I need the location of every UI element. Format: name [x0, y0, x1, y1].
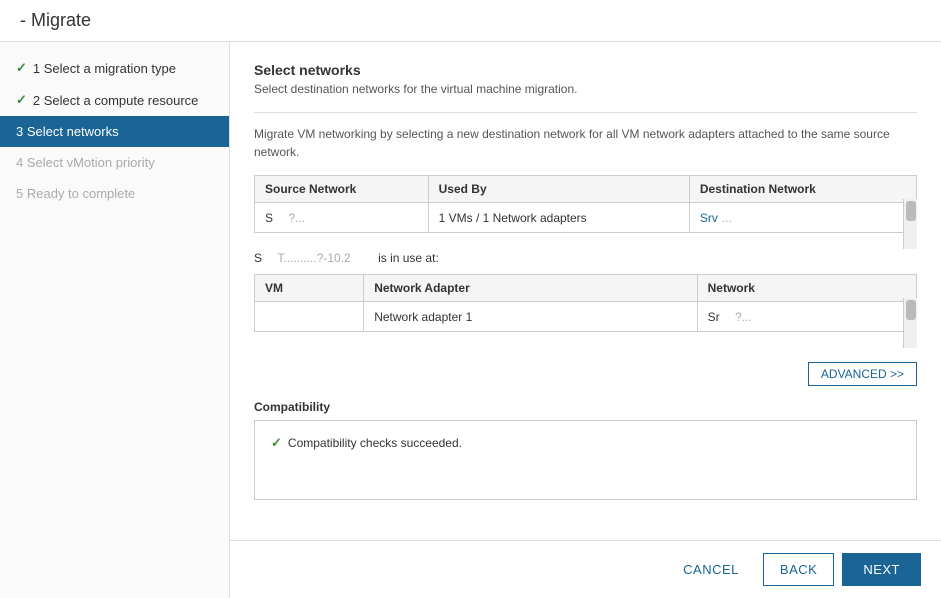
vm-name-cell — [255, 302, 364, 332]
network-table: Source Network Used By Destination Netwo… — [254, 175, 917, 233]
sidebar-item-step5: 5 Ready to complete — [0, 178, 229, 209]
vm-table-scrollbar[interactable] — [903, 298, 917, 348]
vm-table: VM Network Adapter Network Network adapt… — [254, 274, 917, 332]
sidebar-item-step2[interactable]: ✓ 2 Select a compute resource — [0, 84, 229, 116]
network-adapter-cell: Network adapter 1 — [364, 302, 697, 332]
vm-scroll-thumb — [906, 300, 916, 320]
vm-table-wrapper: VM Network Adapter Network Network adapt… — [254, 274, 917, 348]
cancel-button[interactable]: CANCEL — [667, 553, 755, 586]
detail-network-id2: T..........?-10.2 — [265, 251, 374, 265]
vm-network-val: Sr — [708, 310, 720, 324]
network-table-scrollbar[interactable] — [903, 199, 917, 249]
dest-network-val[interactable]: Srv — [700, 211, 718, 225]
sidebar-label-step4: 4 Select vMotion priority — [16, 155, 155, 170]
content-area: ✓ 1 Select a migration type ✓ 2 Select a… — [0, 42, 941, 598]
instruction-text: Migrate VM networking by selecting a new… — [254, 125, 917, 161]
section-desc: Select destination networks for the virt… — [254, 82, 917, 96]
compat-success-row: ✓ Compatibility checks succeeded. — [271, 435, 900, 451]
source-network-cell: S ?... — [255, 203, 429, 233]
compat-label: Compatibility — [254, 400, 917, 414]
footer: CANCEL BACK NEXT — [230, 540, 941, 598]
compat-check-icon: ✓ — [271, 435, 282, 451]
network-table-wrapper: Source Network Used By Destination Netwo… — [254, 175, 917, 249]
col-vm: VM — [255, 275, 364, 302]
scroll-thumb — [906, 201, 916, 221]
vm-table-row: Network adapter 1 Sr ?... — [255, 302, 917, 332]
advanced-btn-row: ADVANCED >> — [254, 362, 917, 386]
dest-network-suffix: ... — [722, 211, 732, 225]
network-table-row: S ?... 1 VMs / 1 Network adapters Srv ..… — [255, 203, 917, 233]
source-network-suffix: ?... — [276, 211, 305, 225]
col-network: Network — [697, 275, 916, 302]
detail-in-use: is in use at: — [378, 251, 439, 265]
sidebar-item-step1[interactable]: ✓ 1 Select a migration type — [0, 52, 229, 84]
source-network-val: S — [265, 211, 273, 225]
used-by-cell: 1 VMs / 1 Network adapters — [428, 203, 689, 233]
sidebar-label-step5: 5 Ready to complete — [16, 186, 135, 201]
divider1 — [254, 112, 917, 113]
sidebar-item-step3[interactable]: 3 Select networks — [0, 116, 229, 147]
sidebar-label-step1: 1 Select a migration type — [33, 61, 176, 76]
advanced-button[interactable]: ADVANCED >> — [808, 362, 917, 386]
title-text: - Migrate — [20, 10, 91, 31]
destination-network-cell: Srv ... — [689, 203, 916, 233]
detail-network-id: S — [254, 251, 262, 265]
sidebar: ✓ 1 Select a migration type ✓ 2 Select a… — [0, 42, 230, 598]
col-network-adapter: Network Adapter — [364, 275, 697, 302]
title-bar: - Migrate — [0, 0, 941, 42]
section-title: Select networks — [254, 62, 917, 78]
vm-network-suffix: ?... — [723, 310, 752, 324]
sidebar-label-step2: 2 Select a compute resource — [33, 93, 198, 108]
compat-message: Compatibility checks succeeded. — [288, 436, 462, 450]
check-icon-step1: ✓ — [16, 60, 27, 76]
col-source-network: Source Network — [255, 176, 429, 203]
vm-network-cell: Sr ?... — [697, 302, 916, 332]
detail-section: S T..........?-10.2 is in use at: VM Net… — [254, 249, 917, 348]
migrate-window: - Migrate ✓ 1 Select a migration type ✓ … — [0, 0, 941, 598]
check-icon-step2: ✓ — [16, 92, 27, 108]
compatibility-section: Compatibility ✓ Compatibility checks suc… — [254, 400, 917, 500]
compat-box: ✓ Compatibility checks succeeded. — [254, 420, 917, 500]
back-button[interactable]: BACK — [763, 553, 834, 586]
detail-label: S T..........?-10.2 is in use at: — [254, 249, 917, 266]
next-button[interactable]: NEXT — [842, 553, 921, 586]
dest-cell: Srv ... — [700, 211, 896, 225]
sidebar-item-step4: 4 Select vMotion priority — [0, 147, 229, 178]
col-used-by: Used By — [428, 176, 689, 203]
main-panel: Select networks Select destination netwo… — [230, 42, 941, 598]
main-content: Select networks Select destination netwo… — [230, 42, 941, 540]
col-destination-network: Destination Network — [689, 176, 916, 203]
sidebar-label-step3: 3 Select networks — [16, 124, 119, 139]
